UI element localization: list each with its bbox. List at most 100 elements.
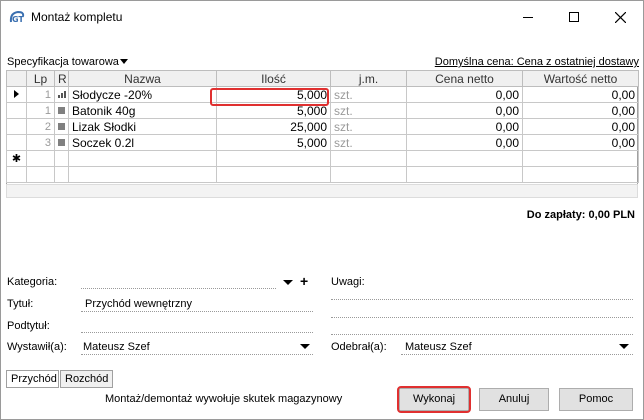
empty-cell (330, 166, 407, 183)
category-dropdown-chevron-down-icon[interactable] (283, 280, 293, 285)
subtitle-field[interactable] (81, 332, 313, 333)
new-row-type (54, 150, 69, 167)
row-lp: 2 (26, 118, 55, 135)
row-price[interactable]: 0,00 (406, 134, 523, 151)
title-field[interactable] (81, 311, 313, 312)
empty-cell (68, 166, 217, 183)
row-price[interactable]: 0,00 (406, 102, 523, 119)
tab-expense[interactable]: Rozchód (60, 370, 113, 388)
header-quantity[interactable]: Ilość (216, 70, 331, 87)
quantity-highlight (210, 88, 329, 106)
row-lp: 3 (26, 134, 55, 151)
category-field[interactable] (81, 288, 276, 289)
total-to-pay: Do zapłaty: 0,00 PLN (526, 209, 635, 221)
spec-header: Specyfikacja towarowa Domyślna cena: Cen… (7, 56, 639, 70)
header-unit[interactable]: j.m. (330, 70, 407, 87)
assembly-dialog: GT Montaż kompletu Specyfikacja towarowa… (0, 0, 644, 420)
chevron-down-icon[interactable] (120, 59, 128, 64)
item-icon (58, 122, 65, 130)
header-lp[interactable]: Lp (26, 70, 55, 87)
row-lp: 1 (26, 86, 55, 103)
row-unit: szt. (330, 86, 407, 103)
row-name[interactable]: Słodycze -20% (68, 86, 217, 103)
new-row-price[interactable] (406, 150, 523, 167)
header-r[interactable]: R (54, 70, 69, 87)
notes-label: Uwagi: (331, 276, 365, 288)
row-pointer-icon (14, 89, 19, 98)
new-row-value (522, 150, 639, 167)
issued-by-field[interactable] (81, 354, 313, 355)
table-row[interactable]: 2 Lizak Słodki 25,000 szt. 0,00 0,00 (6, 118, 639, 135)
row-value: 0,00 (522, 86, 639, 103)
add-category-plus-icon[interactable]: + (300, 273, 308, 289)
received-by-chevron-down-icon[interactable] (619, 344, 629, 349)
row-name[interactable]: Soczek 0.2l (68, 134, 217, 151)
row-price[interactable]: 0,00 (406, 86, 523, 103)
warehouse-effect-note: Montaż/demontaż wywołuje skutek magazyno… (105, 393, 343, 405)
default-price-link[interactable]: Domyślna cena: Cena z ostatniej dostawy (435, 56, 639, 68)
row-type (54, 134, 69, 151)
row-quantity[interactable]: 5,000 (216, 134, 331, 151)
header-net-price[interactable]: Cena netto (406, 70, 523, 87)
row-price[interactable]: 0,00 (406, 118, 523, 135)
grid-footer-band (6, 184, 638, 198)
row-value: 0,00 (522, 134, 639, 151)
svg-text:GT: GT (12, 15, 24, 24)
notes-field-line-2[interactable] (331, 317, 633, 318)
empty-cell (406, 166, 523, 183)
item-icon (58, 138, 65, 146)
row-indicator (6, 118, 27, 135)
notes-field-line-3[interactable] (331, 334, 633, 335)
row-name[interactable]: Lizak Słodki (68, 118, 217, 135)
received-by-select[interactable]: Mateusz Szef (405, 341, 472, 353)
received-by-field[interactable] (401, 354, 633, 355)
row-unit: szt. (330, 134, 407, 151)
title-label: Tytuł: (7, 298, 34, 310)
table-row[interactable]: 3 Soczek 0.2l 5,000 szt. 0,00 0,00 (6, 134, 639, 151)
row-quantity[interactable]: 25,000 (216, 118, 331, 135)
empty-cell (216, 166, 331, 183)
cancel-button[interactable]: Anuluj (479, 388, 549, 411)
row-value: 0,00 (522, 118, 639, 135)
item-icon (58, 106, 65, 114)
empty-row (6, 166, 639, 183)
notes-field-line-1[interactable] (331, 299, 633, 300)
new-row-lp (26, 150, 55, 167)
help-button[interactable]: Pomoc (559, 388, 633, 411)
header-name[interactable]: Nazwa (68, 70, 217, 87)
row-type (54, 86, 69, 103)
row-lp: 1 (26, 102, 55, 119)
row-type (54, 102, 69, 119)
minimize-button[interactable] (505, 1, 551, 33)
maximize-button[interactable] (551, 1, 597, 33)
empty-cell (26, 166, 55, 183)
title-bar[interactable]: GT Montaż kompletu (1, 1, 643, 33)
row-unit: szt. (330, 118, 407, 135)
row-name[interactable]: Batonik 40g (68, 102, 217, 119)
header-net-value[interactable]: Wartość netto (522, 70, 639, 87)
maximize-icon (569, 12, 579, 22)
spec-menu-label[interactable]: Specyfikacja towarowa (7, 56, 119, 68)
row-indicator (6, 134, 27, 151)
empty-cell (522, 166, 639, 183)
received-by-label: Odebrał(a): (331, 341, 387, 353)
window-title: Montaż kompletu (31, 10, 123, 24)
current-row-indicator (6, 86, 27, 103)
new-row-asterisk-icon: ✱ (6, 150, 27, 167)
issued-by-select[interactable]: Mateusz Szef (83, 341, 150, 353)
tab-income[interactable]: Przychód (6, 370, 59, 388)
row-unit: szt. (330, 102, 407, 119)
header-indicator (6, 70, 27, 87)
title-input[interactable]: Przychód wewnętrzny (85, 298, 192, 310)
close-button[interactable] (597, 1, 643, 33)
new-row-name[interactable] (68, 150, 217, 167)
issued-by-chevron-down-icon[interactable] (300, 344, 310, 349)
subtitle-label: Podtytuł: (7, 320, 50, 332)
new-row[interactable]: ✱ (6, 150, 639, 167)
row-value: 0,00 (522, 102, 639, 119)
empty-cell (54, 166, 69, 183)
close-icon (614, 11, 626, 23)
new-row-quantity[interactable] (216, 150, 331, 167)
empty-cell (6, 166, 27, 183)
set-icon (58, 90, 67, 98)
